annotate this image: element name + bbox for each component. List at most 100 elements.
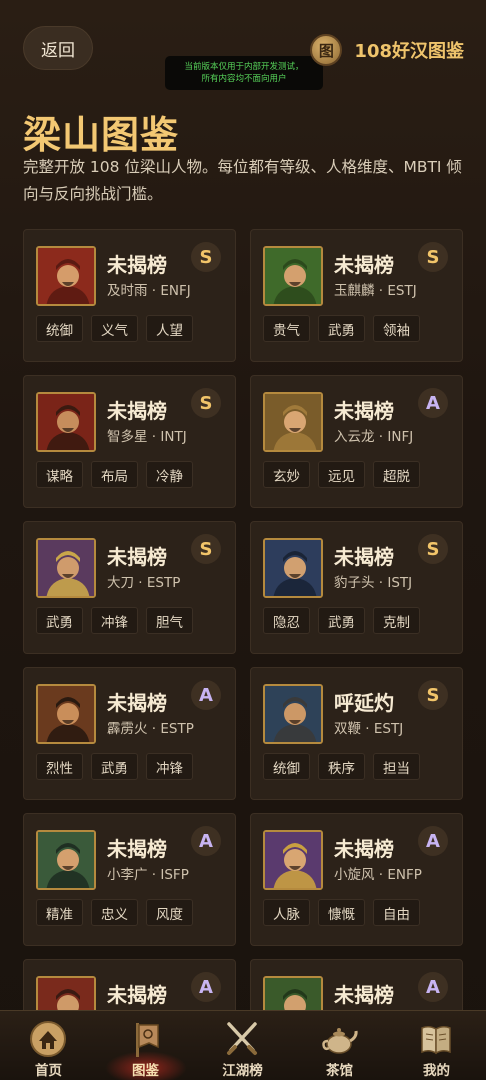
trait-tag: 统御: [36, 315, 83, 342]
teapot-icon: [319, 1019, 359, 1059]
hero-portrait: [36, 392, 96, 452]
trait-tag: 武勇: [318, 315, 365, 342]
hero-name: 呼延灼: [334, 691, 394, 715]
grade-badge: S: [191, 534, 221, 564]
tab-label: 茶馆: [326, 1063, 353, 1079]
trait-tags: 烈性 武勇 冲锋: [36, 753, 193, 780]
trait-tag: 人望: [146, 315, 193, 342]
trait-tag: 远见: [318, 461, 365, 488]
hero-portrait: [36, 246, 96, 306]
trait-tags: 武勇 冲锋 胆气: [36, 607, 193, 634]
tab-banner[interactable]: 图鉴: [97, 1011, 194, 1080]
trait-tag: 冲锋: [91, 607, 138, 634]
grade-badge: A: [418, 972, 448, 1002]
hero-portrait: [263, 684, 323, 744]
hero-portrait: [263, 392, 323, 452]
trait-tag: 克制: [373, 607, 420, 634]
grade-badge: S: [418, 242, 448, 272]
hero-portrait: [263, 538, 323, 598]
hero-name: 未揭榜: [107, 399, 167, 423]
hero-card[interactable]: 未揭榜 小李广 · ISFP A 精准 忠义 风度: [23, 813, 236, 946]
trait-tag: 武勇: [91, 753, 138, 780]
grade-badge: A: [418, 388, 448, 418]
hero-portrait: [36, 684, 96, 744]
trait-tag: 忠义: [91, 899, 138, 926]
hero-nickname-mbti: 小旋风 · ENFP: [334, 867, 422, 883]
grade-badge: S: [418, 680, 448, 710]
grade-badge: A: [191, 826, 221, 856]
hero-nickname-mbti: 霹雳火 · ESTP: [107, 721, 194, 737]
tab-crossed-swords[interactable]: 江湖榜: [194, 1011, 291, 1080]
hero-card[interactable]: 未揭榜玉麒麟 · ESTJ S 贵气 武勇 领袖: [250, 229, 463, 362]
hero-name: 未揭榜: [107, 545, 167, 569]
hero-portrait: [36, 538, 96, 598]
dev-notice-line-2: 所有内容均不面向用户: [201, 74, 287, 84]
page-description: 完整开放 108 位梁山人物。每位都有等级、人格维度、MBTI 倾向与反向挑战门…: [23, 158, 462, 203]
guide-seal-icon: 图: [310, 34, 343, 66]
hero-card[interactable]: 未揭榜智多星 · INTJ S 谋略 布局 冷静: [23, 375, 236, 508]
trait-tag: 统御: [263, 753, 310, 780]
trait-tag: 担当: [373, 753, 420, 780]
tab-home[interactable]: 首页: [0, 1011, 97, 1080]
hero-card[interactable]: 未揭榜 霹雳火 · ESTP A 烈性 武勇 冲锋: [23, 667, 236, 800]
hero-name: 未揭榜: [334, 837, 394, 861]
hero-card[interactable]: 呼延灼双鞭 · ESTJ S 统御 秩序 担当: [250, 667, 463, 800]
hero-card[interactable]: 未揭榜大刀 · ESTP S 武勇 冲锋 胆气: [23, 521, 236, 654]
trait-tag: 领袖: [373, 315, 420, 342]
trait-tag: 谋略: [36, 461, 83, 488]
tab-label: 我的: [423, 1063, 450, 1079]
tab-label: 江湖榜: [222, 1063, 263, 1079]
banner-icon: [125, 1019, 165, 1059]
page-title: 梁山图鉴: [23, 113, 180, 157]
dev-notice-line-1: 当前版本仅用于内部开发测试，: [184, 62, 304, 72]
trait-tags: 统御 秩序 担当: [263, 753, 420, 780]
grade-badge: S: [191, 388, 221, 418]
guide-badge: 图 108好汉图鉴: [310, 34, 464, 66]
hero-nickname-mbti: 大刀 · ESTP: [107, 575, 181, 591]
trait-tags: 谋略 布局 冷静: [36, 461, 193, 488]
hero-card[interactable]: 未揭榜 小旋风 · ENFP A 人脉 慷慨 自由: [250, 813, 463, 946]
trait-tag: 自由: [373, 899, 420, 926]
trait-tags: 贵气 武勇 领袖: [263, 315, 420, 342]
hero-nickname-mbti: 智多星 · INTJ: [107, 429, 187, 445]
trait-tag: 秩序: [318, 753, 365, 780]
trait-tag: 冷静: [146, 461, 193, 488]
hero-nickname-mbti: 及时雨 · ENFJ: [107, 283, 191, 299]
top-bar: 返回 当前版本仅用于内部开发测试， 所有内容均不面向用户 图 108好汉图鉴: [0, 0, 486, 96]
hero-name: 未揭榜: [334, 399, 394, 423]
trait-tag: 布局: [91, 461, 138, 488]
trait-tag: 慷慨: [318, 899, 365, 926]
trait-tag: 武勇: [318, 607, 365, 634]
grade-badge: A: [191, 972, 221, 1002]
hero-card[interactable]: 未揭榜 入云龙 · INFJ A 玄妙 远见 超脱: [250, 375, 463, 508]
dev-notice-toast: 当前版本仅用于内部开发测试， 所有内容均不面向用户: [165, 56, 323, 90]
trait-tags: 隐忍 武勇 克制: [263, 607, 420, 634]
hero-card[interactable]: 未揭榜 豹子头 · ISTJ S 隐忍 武勇 克制: [250, 521, 463, 654]
hero-portrait: [263, 246, 323, 306]
back-button[interactable]: 返回: [23, 26, 93, 70]
tab-teapot[interactable]: 茶馆: [291, 1011, 388, 1080]
hero-name: 未揭榜: [334, 545, 394, 569]
hero-nickname-mbti: 小李广 · ISFP: [107, 867, 189, 883]
trait-tag: 胆气: [146, 607, 193, 634]
hero-name: 未揭榜: [107, 837, 167, 861]
hero-portrait: [263, 830, 323, 890]
hero-nickname-mbti: 入云龙 · INFJ: [334, 429, 414, 445]
hero-name: 未揭榜: [107, 983, 167, 1007]
hero-card[interactable]: 未揭榜 及时雨 · ENFJ S 统御 义气 人望: [23, 229, 236, 362]
book-icon: [416, 1019, 456, 1059]
trait-tag: 烈性: [36, 753, 83, 780]
hero-name: 未揭榜: [334, 253, 394, 277]
trait-tag: 隐忍: [263, 607, 310, 634]
hero-name: 未揭榜: [107, 253, 167, 277]
trait-tag: 义气: [91, 315, 138, 342]
trait-tag: 冲锋: [146, 753, 193, 780]
hero-nickname-mbti: 玉麒麟 · ESTJ: [334, 283, 417, 299]
hero-name: 未揭榜: [334, 983, 394, 1007]
hero-nickname-mbti: 双鞭 · ESTJ: [334, 721, 404, 737]
trait-tag: 超脱: [373, 461, 420, 488]
guide-title: 108好汉图鉴: [354, 41, 464, 62]
tab-book[interactable]: 我的: [388, 1011, 485, 1080]
crossed-swords-icon: [222, 1019, 262, 1059]
trait-tag: 人脉: [263, 899, 310, 926]
